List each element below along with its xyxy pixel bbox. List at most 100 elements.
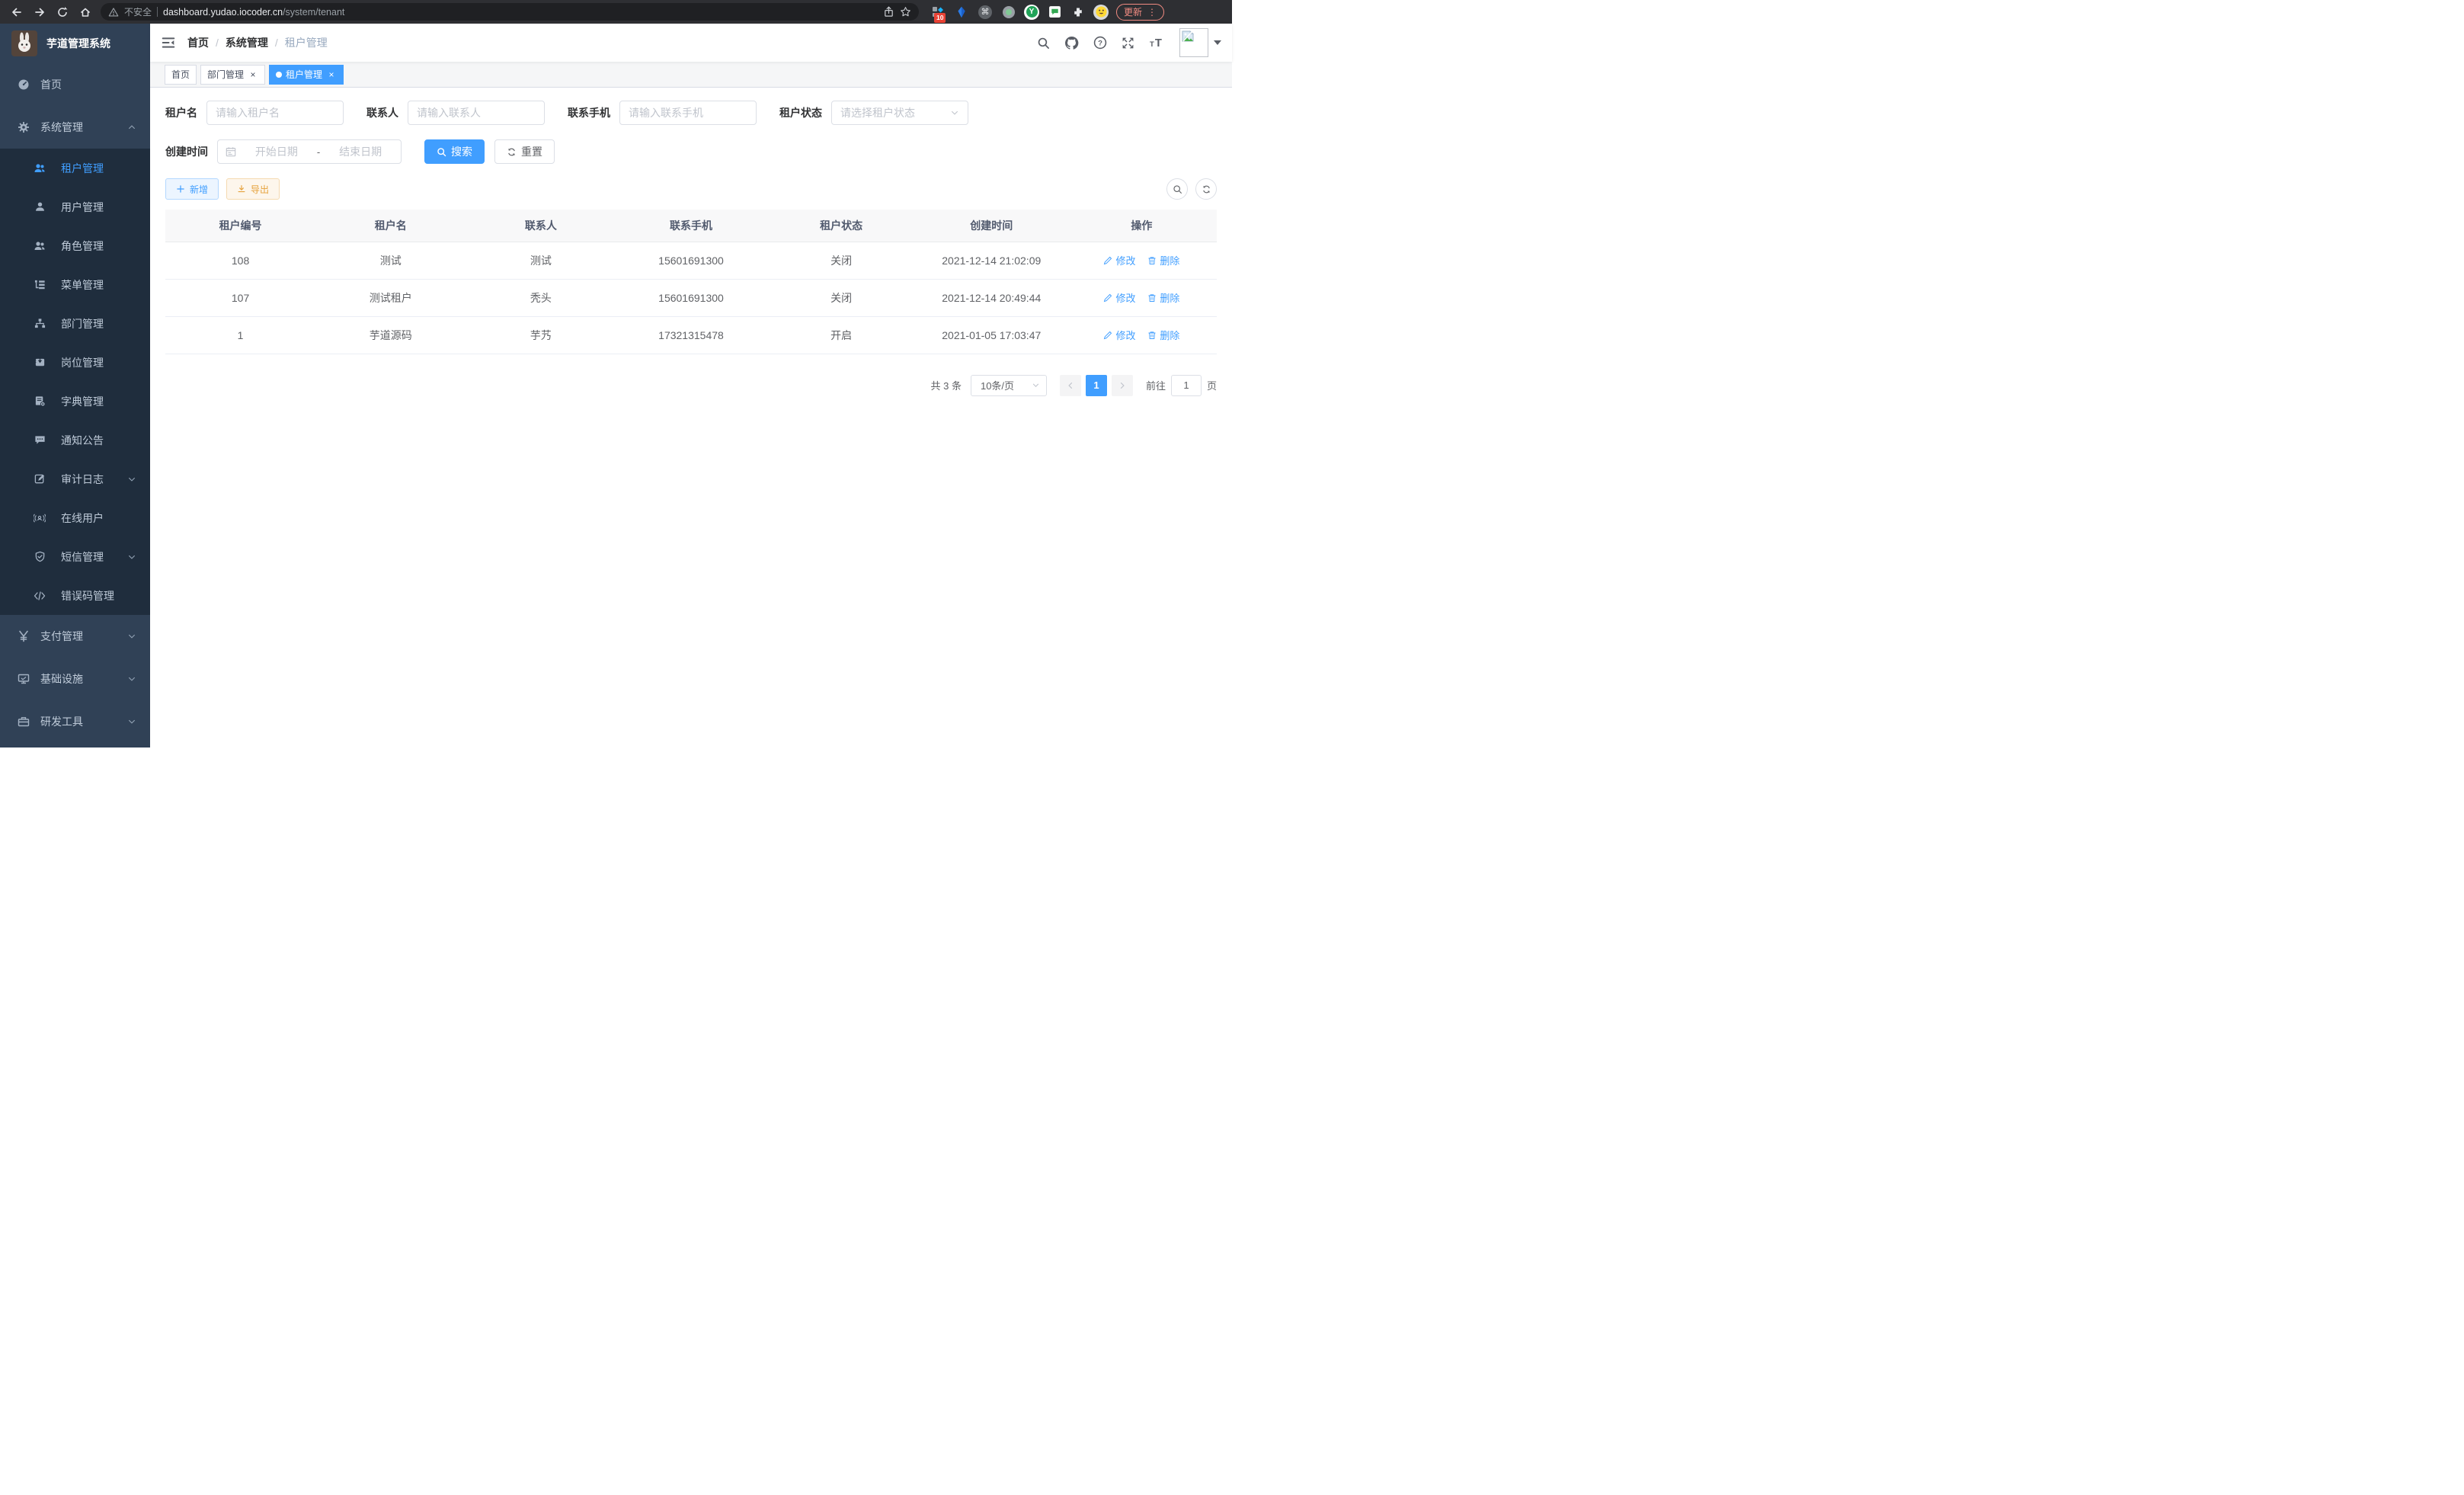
breadcrumb-system[interactable]: 系统管理 [226, 35, 268, 50]
contact-name-input[interactable] [417, 107, 536, 119]
extension-command-icon[interactable]: ⌘ [977, 4, 994, 21]
tab-close-icon[interactable]: × [248, 69, 258, 80]
refresh-table-button[interactable] [1195, 178, 1217, 200]
sidebar-item-payment[interactable]: 支付管理 [0, 615, 150, 658]
prev-page-button[interactable] [1060, 375, 1081, 396]
user-avatar-dropdown[interactable] [1179, 28, 1221, 57]
sidebar-item-post[interactable]: 岗位管理 [0, 343, 150, 382]
sidebar-item-audit-log[interactable]: 审计日志 [0, 459, 150, 498]
sidebar-item-dept[interactable]: 部门管理 [0, 304, 150, 343]
start-date-placeholder[interactable]: 开始日期 [244, 144, 309, 159]
sidebar-item-home[interactable]: 首页 [0, 63, 150, 106]
sidebar-item-system[interactable]: 系统管理 [0, 106, 150, 149]
search-button[interactable]: 搜索 [424, 139, 485, 164]
next-page-button[interactable] [1112, 375, 1133, 396]
sidebar-item-dev-tools[interactable]: 研发工具 [0, 700, 150, 743]
contact-mobile-input-wrap [619, 101, 757, 125]
tenant-name-input[interactable] [216, 107, 334, 119]
address-bar[interactable]: 不安全 dashboard.yudao.iocoder.cn/system/te… [101, 3, 919, 21]
edit-link[interactable]: 修改 [1103, 328, 1135, 342]
chevron-down-icon [127, 552, 136, 562]
shield-check-icon [34, 551, 46, 562]
add-button-label: 新增 [190, 183, 208, 196]
sidebar-item-online-users[interactable]: 在线用户 [0, 498, 150, 537]
sidebar-item-tenant[interactable]: 租户管理 [0, 149, 150, 187]
browser-update-button[interactable]: 更新 ⋮ [1116, 4, 1164, 21]
extension-y-icon[interactable]: Y [1024, 5, 1039, 20]
extension-recorder-icon[interactable] [1000, 4, 1017, 21]
app-title: 芋道管理系统 [46, 36, 110, 51]
col-status: 租户状态 [766, 210, 917, 242]
browser-forward-icon[interactable] [30, 3, 49, 21]
sidebar-item-label: 用户管理 [61, 200, 104, 215]
export-button[interactable]: 导出 [226, 178, 280, 200]
add-button[interactable]: 新增 [165, 178, 219, 200]
sidebar-logo[interactable]: 芋道管理系统 [0, 24, 150, 63]
sidebar-item-user[interactable]: 用户管理 [0, 187, 150, 226]
help-question-icon[interactable]: ? [1093, 36, 1107, 50]
sidebar-item-infrastructure[interactable]: 基础设施 [0, 658, 150, 700]
browser-reload-icon[interactable] [53, 3, 72, 21]
edit-link[interactable]: 修改 [1103, 290, 1135, 305]
pagination: 共 3 条 10条/页 1 前往 页 [165, 375, 1217, 396]
tab-tenant[interactable]: 租户管理 × [269, 65, 344, 85]
status-select[interactable]: 请选择租户状态 [831, 101, 968, 125]
contact-mobile-input[interactable] [629, 107, 747, 119]
sidebar-item-role[interactable]: 角色管理 [0, 226, 150, 265]
reset-button[interactable]: 重置 [494, 139, 555, 164]
tags-view: 首页 部门管理 × 租户管理 × [150, 62, 1232, 88]
sidebar-item-dict[interactable]: 字典管理 [0, 382, 150, 421]
browser-back-icon[interactable] [8, 3, 26, 21]
delete-link[interactable]: 删除 [1147, 253, 1179, 267]
goto-page-input[interactable] [1171, 375, 1202, 396]
profile-avatar-icon[interactable] [1093, 5, 1109, 20]
cell-tenant-name: 测试租户 [315, 279, 466, 316]
trash-icon [1147, 256, 1157, 265]
extensions-puzzle-icon[interactable] [1070, 4, 1086, 21]
tab-close-icon[interactable]: × [326, 69, 337, 80]
sidebar-item-notice[interactable]: 通知公告 [0, 421, 150, 459]
fullscreen-icon[interactable] [1122, 37, 1134, 50]
header-search-icon[interactable] [1037, 37, 1050, 50]
edit-link[interactable]: 修改 [1103, 253, 1135, 267]
share-icon[interactable] [883, 6, 894, 18]
tab-home[interactable]: 首页 [165, 65, 197, 85]
download-icon [237, 184, 246, 194]
cell-mobile: 17321315478 [616, 316, 766, 354]
tab-dept[interactable]: 部门管理 × [200, 65, 265, 85]
omnibox-divider [157, 7, 158, 17]
filter-status: 租户状态 请选择租户状态 [779, 101, 968, 125]
font-size-icon[interactable]: TT [1149, 37, 1163, 50]
extension-kite-icon[interactable] [953, 4, 970, 21]
delete-link[interactable]: 删除 [1147, 328, 1179, 342]
bookmark-star-icon[interactable] [900, 6, 911, 18]
delete-link[interactable]: 删除 [1147, 290, 1179, 305]
breadcrumb-current: 租户管理 [285, 35, 328, 50]
search-icon [437, 147, 446, 157]
page-size-select[interactable]: 10条/页 [971, 375, 1047, 396]
active-tab-dot [276, 72, 282, 78]
extension-chat-icon[interactable] [1046, 4, 1063, 21]
github-icon[interactable] [1064, 36, 1079, 50]
extension-tiles-icon[interactable]: 10 [930, 4, 946, 21]
sidebar-collapse-icon[interactable] [162, 36, 175, 50]
browser-home-icon[interactable] [76, 3, 94, 21]
calendar-icon [226, 146, 236, 157]
browser-menu-dots-icon[interactable]: ⋮ [1147, 7, 1157, 18]
end-date-placeholder[interactable]: 结束日期 [328, 144, 393, 159]
sidebar-item-menu[interactable]: 菜单管理 [0, 265, 150, 304]
caret-down-icon [1214, 40, 1221, 45]
command-glyph: ⌘ [978, 5, 992, 19]
page-number-button[interactable]: 1 [1086, 375, 1107, 396]
sidebar-item-error-code[interactable]: 错误码管理 [0, 576, 150, 615]
sidebar-item-label: 角色管理 [61, 238, 104, 254]
browser-nav-buttons [8, 3, 94, 21]
create-time-range-picker[interactable]: 开始日期 - 结束日期 [217, 139, 402, 164]
show-search-toggle-button[interactable] [1166, 178, 1188, 200]
svg-text:?: ? [1098, 40, 1102, 48]
edit-pencil-icon [1103, 331, 1112, 340]
breadcrumb-home[interactable]: 首页 [187, 35, 209, 50]
sidebar-item-sms[interactable]: 短信管理 [0, 537, 150, 576]
logo-rabbit-image [11, 30, 37, 56]
cell-tenant-name: 测试 [315, 242, 466, 279]
